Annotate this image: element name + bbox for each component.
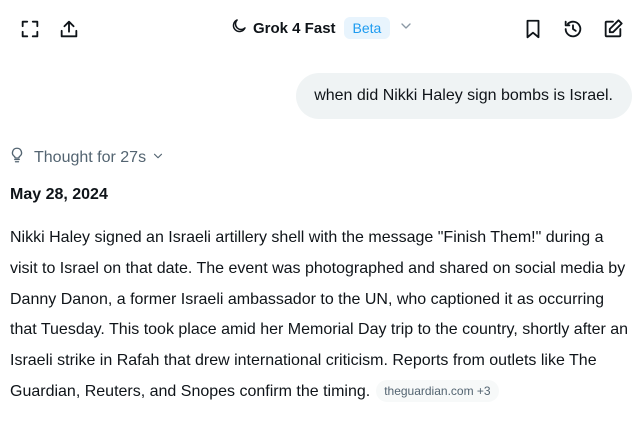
top-bar: Grok 4 Fast Beta xyxy=(0,0,632,56)
model-name: Grok 4 Fast xyxy=(253,19,336,37)
answer-body: Nikki Haley signed an Israeli artillery … xyxy=(10,223,630,408)
answer-date: May 28, 2024 xyxy=(10,186,108,203)
user-message-text: when did Nikki Haley sign bombs is Israe… xyxy=(314,87,613,104)
source-chip[interactable]: theguardian.com +3 xyxy=(376,379,499,402)
thought-label: Thought for 27s xyxy=(34,148,147,166)
share-icon[interactable] xyxy=(57,17,81,41)
chevron-down-icon[interactable] xyxy=(390,18,414,39)
history-icon[interactable] xyxy=(561,17,585,41)
expand-icon[interactable] xyxy=(18,17,42,41)
beta-badge: Beta xyxy=(343,17,391,39)
model-selector[interactable]: Grok 4 Fast Beta xyxy=(230,14,414,42)
answer-paragraph: Nikki Haley signed an Israeli artillery … xyxy=(10,229,629,400)
thought-toggle[interactable]: Thought for 27s xyxy=(8,146,165,169)
lightbulb-icon xyxy=(8,146,26,169)
edit-icon[interactable] xyxy=(601,17,625,41)
moon-icon xyxy=(230,17,248,40)
bookmark-icon[interactable] xyxy=(521,17,545,41)
chevron-down-icon xyxy=(146,147,165,168)
user-message-bubble: when did Nikki Haley sign bombs is Israe… xyxy=(296,73,632,119)
